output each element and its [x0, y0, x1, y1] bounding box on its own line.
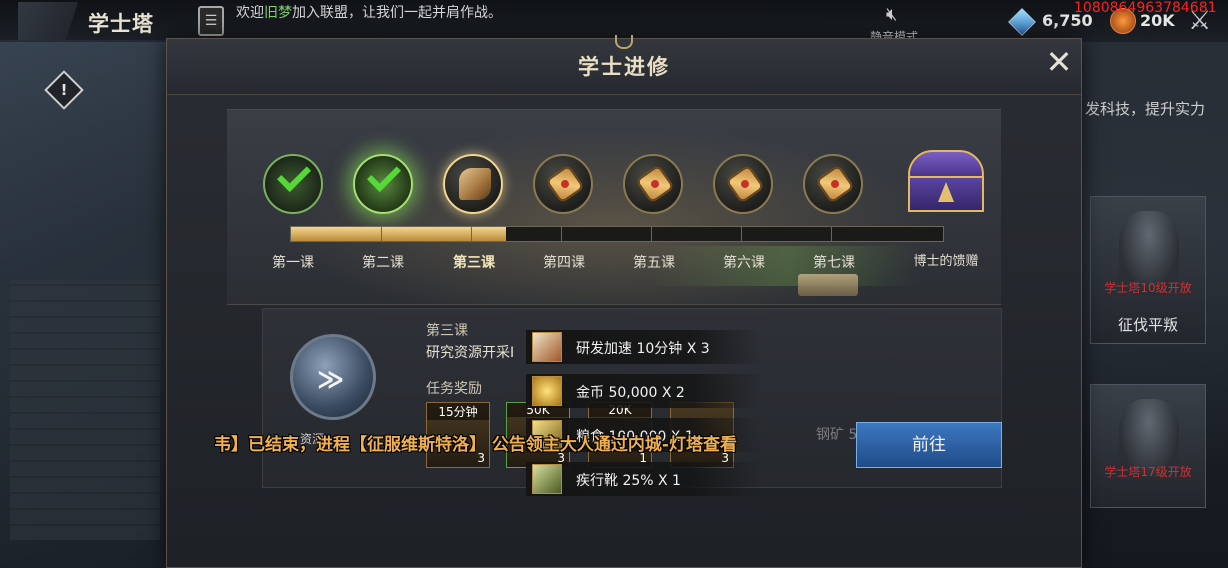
lesson-label-4: 第四课 — [543, 255, 585, 271]
checkmark-icon — [367, 158, 401, 192]
progress-tick — [831, 227, 832, 241]
tooltip-row: 研发加速 10分钟 X 3 — [526, 330, 762, 364]
lesson-node-6[interactable] — [713, 154, 773, 214]
lock-requirement: 学士塔10级开放 — [1104, 281, 1192, 295]
side-hint-text: 发科技，提升实力 — [1085, 100, 1206, 118]
chat-prefix: 欢迎 — [236, 5, 264, 21]
lesson-label-3: 第三课 — [453, 255, 495, 271]
lesson-progress-banner — [227, 109, 1001, 305]
task-lesson-title: 第三课 — [426, 323, 468, 339]
task-icon: ≫ — [290, 334, 376, 420]
scrolling-announcement: 韦】已结束，进程【征服维斯特洛】 公告领主大人通过内城-灯塔查看 — [214, 435, 737, 455]
overlay-id-text: 1080864963784681 — [1074, 0, 1217, 16]
lesson-node-5[interactable] — [623, 154, 683, 214]
lesson-node-7[interactable] — [803, 154, 863, 214]
lesson-label-gift: 博士的馈赠 — [913, 254, 979, 269]
chat-icon[interactable]: ☰ — [198, 6, 224, 36]
progress-tick — [561, 227, 562, 241]
lesson-node-2[interactable] — [353, 154, 413, 214]
lesson-label-7: 第七课 — [813, 255, 855, 271]
side-card-conquest[interactable]: 学士塔10级开放 征伐平叛 — [1090, 196, 1206, 344]
speedup-book-icon — [532, 332, 562, 362]
scroll-icon — [635, 164, 675, 204]
lesson-label-5: 第五课 — [633, 255, 675, 271]
reward-tooltip: 研发加速 10分钟 X 3 金币 50,000 X 2 粮食 100,000 X… — [526, 330, 762, 498]
side-card-locked[interactable]: 学士塔17级开放 — [1090, 384, 1206, 508]
tooltip-label: 研发加速 10分钟 X 3 — [576, 341, 710, 357]
treasure-chest-icon[interactable] — [904, 150, 988, 214]
gold-coin-icon — [532, 376, 562, 406]
lesson-node-4[interactable] — [533, 154, 593, 214]
close-button[interactable]: ✕ — [1043, 46, 1075, 79]
tooltip-row: 金币 50,000 X 2 — [526, 374, 762, 408]
lock-requirement: 学士塔17级开放 — [1104, 465, 1192, 479]
lesson-node-1[interactable] — [263, 154, 323, 214]
task-description: 研究资源开采I — [426, 345, 515, 361]
chest-lid — [908, 150, 984, 178]
chat-player-name: 旧梦 — [264, 5, 292, 21]
fast-forward-icon: ≫ — [317, 365, 345, 395]
dialog-title: 学士进修 — [578, 54, 670, 79]
progress-tick — [471, 227, 472, 241]
go-button[interactable]: 前往 — [856, 422, 1002, 468]
reward-amount: 15分钟 — [427, 403, 489, 420]
reward-title: 任务奖励 — [426, 381, 482, 397]
checkmark-icon — [277, 158, 311, 192]
lesson-label-2: 第二课 — [362, 255, 404, 271]
lesson-label-1: 第一课 — [272, 255, 314, 271]
scroll-icon — [545, 164, 585, 204]
background-wall — [10, 280, 160, 540]
quill-scroll-icon — [459, 168, 491, 200]
lesson-progress-bar — [290, 226, 944, 242]
chat-message[interactable]: 欢迎旧梦加入联盟，让我们一起并肩作战。 — [236, 2, 502, 22]
chat-suffix: 加入联盟，让我们一起并肩作战。 — [292, 5, 502, 21]
tooltip-label: 疾行靴 25% X 1 — [576, 473, 681, 489]
tooltip-row: 疾行靴 25% X 1 — [526, 462, 762, 496]
boots-icon — [532, 464, 562, 494]
progress-tick — [381, 227, 382, 241]
scroll-icon — [815, 164, 855, 204]
progress-tick — [651, 227, 652, 241]
card-label: 征伐平叛 — [1117, 316, 1178, 334]
scroll-icon — [725, 164, 765, 204]
lesson-label-6: 第六课 — [723, 255, 765, 271]
progress-tick — [741, 227, 742, 241]
progress-glow — [652, 246, 922, 286]
lesson-node-3[interactable] — [443, 154, 503, 214]
chest-body — [908, 176, 984, 212]
page-title: 学士塔 — [88, 11, 154, 36]
book-icon — [798, 274, 858, 296]
header-ornament-icon — [615, 35, 633, 49]
tooltip-label: 金币 50,000 X 2 — [576, 385, 685, 401]
mute-icon[interactable]: 🔇︎ — [886, 4, 897, 25]
progress-fill — [291, 227, 507, 241]
